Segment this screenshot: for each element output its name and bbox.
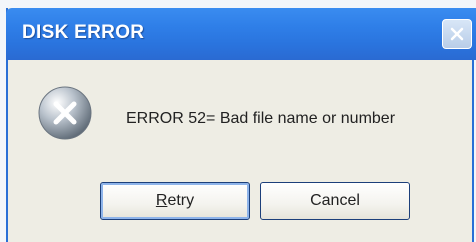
cancel-button[interactable]: Cancel xyxy=(260,182,410,220)
retry-button[interactable]: Retry xyxy=(100,182,250,220)
close-icon xyxy=(450,27,464,41)
dialog-body: ERROR 52= Bad file name or number Retry … xyxy=(8,60,472,242)
dialog-window: DISK ERROR ERROR 52= Bad file name or nu… xyxy=(6,8,476,242)
error-message: ERROR 52= Bad file name or number xyxy=(126,110,396,127)
close-button[interactable] xyxy=(442,19,472,49)
error-x-icon xyxy=(38,86,92,140)
title-bar[interactable]: DISK ERROR xyxy=(6,8,476,60)
dialog-title: DISK ERROR xyxy=(22,22,145,43)
